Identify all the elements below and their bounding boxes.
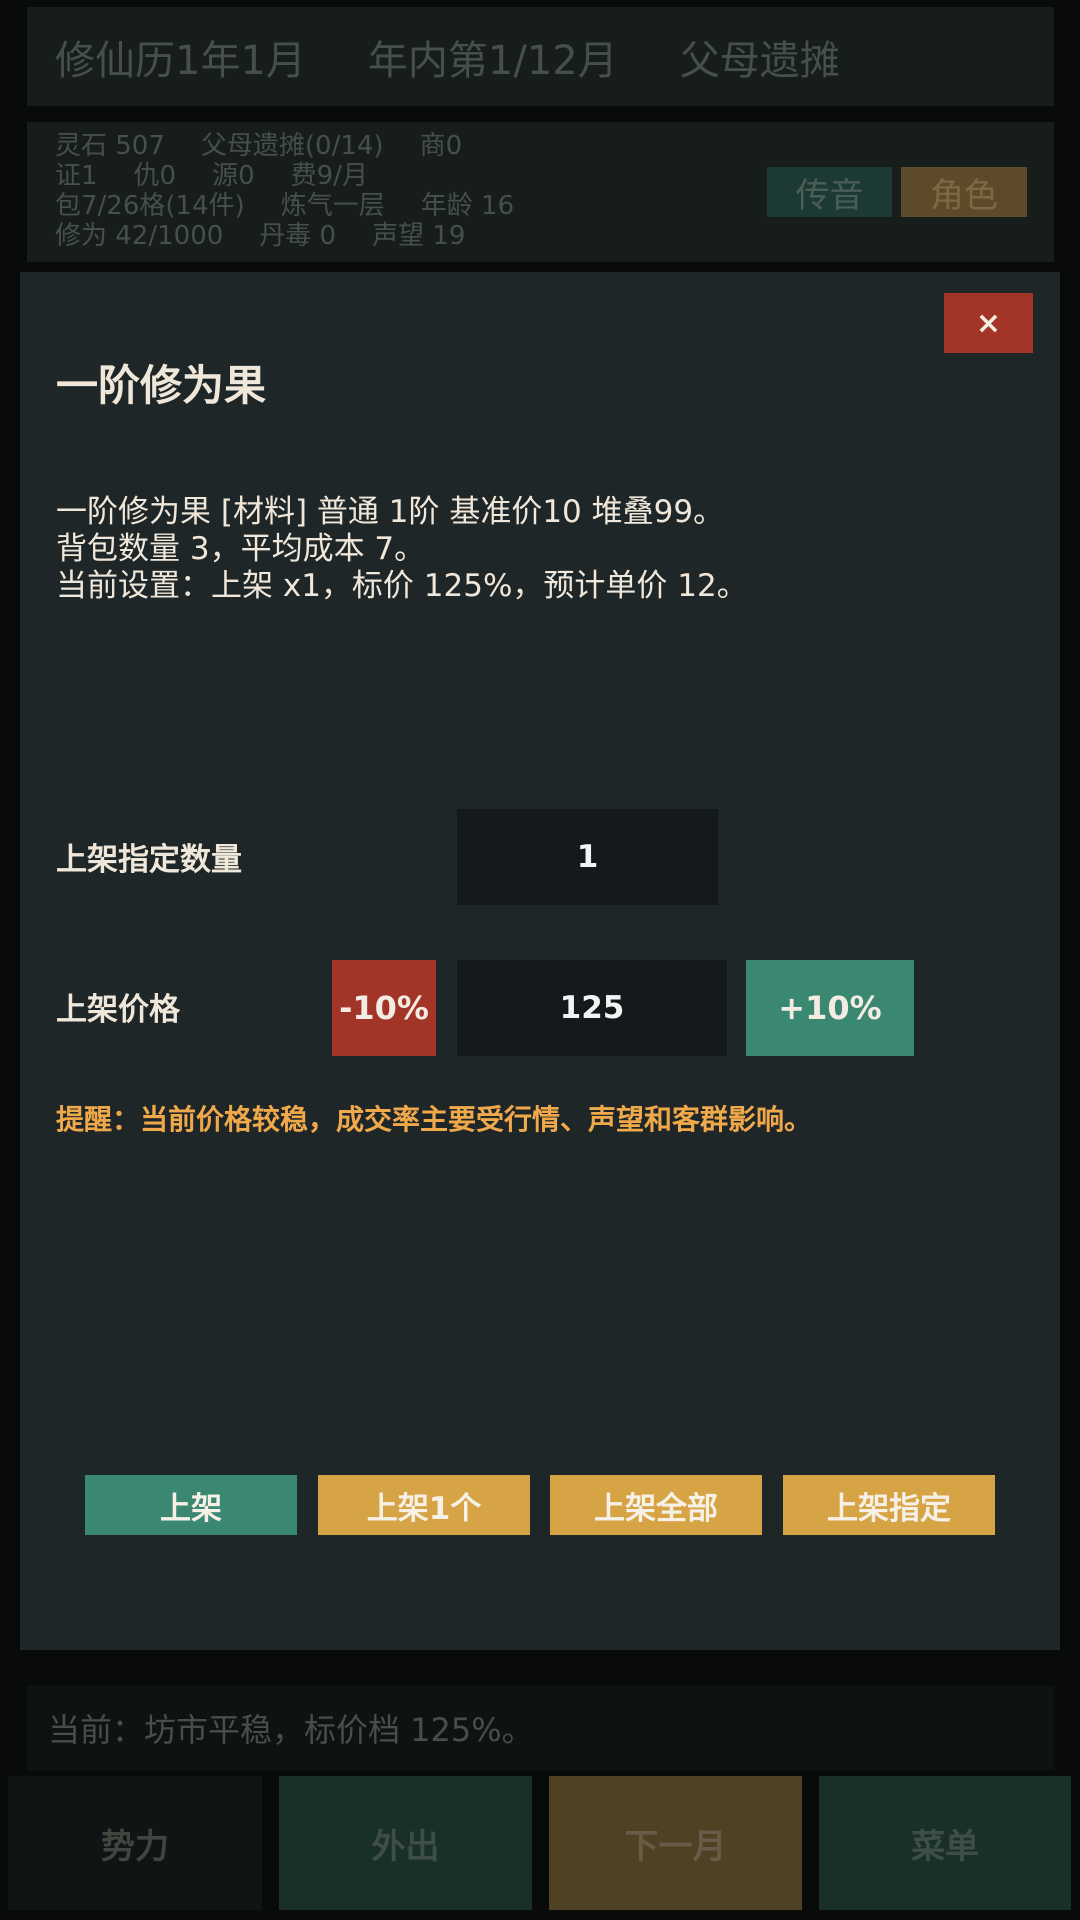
close-button[interactable]: × [944,293,1033,353]
juese-button[interactable]: 角色 [901,167,1027,217]
list-all-button[interactable]: 上架全部 [550,1475,762,1535]
stats-line-3: 包7/26格(14件) 炼气一层 年龄 16 [55,191,550,221]
nav-waichu-button[interactable]: 外出 [279,1776,532,1910]
location-name: 父母遗摊 [679,37,840,84]
stat-fee: 费9/月 [290,161,368,191]
stat-zheng: 证1 [55,161,98,191]
stat-yuan: 源0 [212,161,255,191]
price-decrease-button[interactable]: -10% [332,960,436,1056]
stats-line-1: 灵石 507 父母遗摊(0/14) 商0 [55,131,550,161]
stat-cultivation: 修为 42/1000 [55,221,224,251]
list-one-button[interactable]: 上架1个 [318,1475,530,1535]
stats-line-2: 证1 仇0 源0 费9/月 [55,161,550,191]
item-description: 一阶修为果 [材料] 普通 1阶 基准价10 堆叠99。 背包数量 3，平均成本… [56,494,748,605]
stat-bag: 包7/26格(14件) [55,191,245,221]
nav-shili-button[interactable]: 势力 [8,1776,262,1910]
stats-lines: 灵石 507 父母遗摊(0/14) 商0 证1 仇0 源0 费9/月 包7/26格(14件… [55,131,550,251]
dialog-title: 一阶修为果 [56,361,267,410]
stat-age: 年龄 16 [420,191,515,221]
listing-dialog: × 一阶修为果 一阶修为果 [材料] 普通 1阶 基准价10 堆叠99。 背包数… [20,272,1060,1650]
desc-line-settings: 当前设置：上架 x1，标价 125%，预计单价 12。 [56,568,748,604]
price-hint: 提醒：当前价格较稳，成交率主要受行情、声望和客群影响。 [56,1103,813,1136]
stat-realm: 炼气一层 [280,191,385,221]
stat-stall: 父母遗摊(0/14) [200,131,384,161]
stats-panel: 灵石 507 父母遗摊(0/14) 商0 证1 仇0 源0 费9/月 包7/26格(14件… [27,122,1054,262]
stat-lingshi: 灵石 507 [55,131,165,161]
quantity-input[interactable]: 1 [457,809,718,905]
stats-line-4: 修为 42/1000 丹毒 0 声望 19 [55,221,550,251]
calendar-date: 修仙历1年1月 [55,37,306,84]
market-status: 当前：坊市平稳，标价档 125%。 [27,1686,1054,1770]
month-progress: 年内第1/12月 [367,37,618,84]
top-header: 修仙历1年1月 年内第1/12月 父母遗摊 [27,7,1054,106]
nav-next-month-button[interactable]: 下一月 [549,1776,802,1910]
quantity-label: 上架指定数量 [56,842,242,878]
stat-chou: 仇0 [133,161,177,191]
desc-line-info: 一阶修为果 [材料] 普通 1阶 基准价10 堆叠99。 [56,494,725,530]
list-button[interactable]: 上架 [85,1475,297,1535]
price-label: 上架价格 [56,992,180,1028]
nav-menu-button[interactable]: 菜单 [819,1776,1071,1910]
close-icon: × [975,305,1002,341]
price-input[interactable]: 125 [457,960,727,1056]
list-specified-button[interactable]: 上架指定 [783,1475,995,1535]
stat-shang: 商0 [419,131,463,161]
chuanyin-button[interactable]: 传音 [767,167,892,217]
desc-line-inventory: 背包数量 3，平均成本 7。 [56,531,426,567]
stat-pill-toxin: 丹毒 0 [259,221,337,251]
price-increase-button[interactable]: +10% [746,960,914,1056]
stat-reputation: 声望 19 [372,221,466,251]
